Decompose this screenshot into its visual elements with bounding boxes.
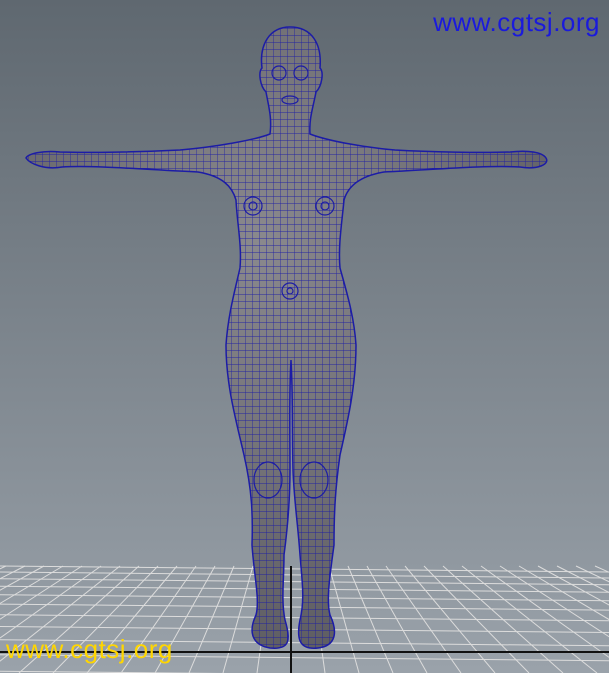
watermark-bottom: www.cgtsj.org (6, 634, 173, 664)
grid-line (575, 565, 609, 583)
scene-canvas[interactable] (0, 0, 609, 673)
character-mesh[interactable] (25, 26, 548, 649)
3d-viewport[interactable]: www.cgtsj.org www.cgtsj.org (0, 0, 609, 673)
grid-line (537, 565, 609, 606)
grid-line (594, 565, 609, 573)
wireframe-overlay (26, 27, 547, 649)
watermark-top: www.cgtsj.org (433, 7, 600, 37)
